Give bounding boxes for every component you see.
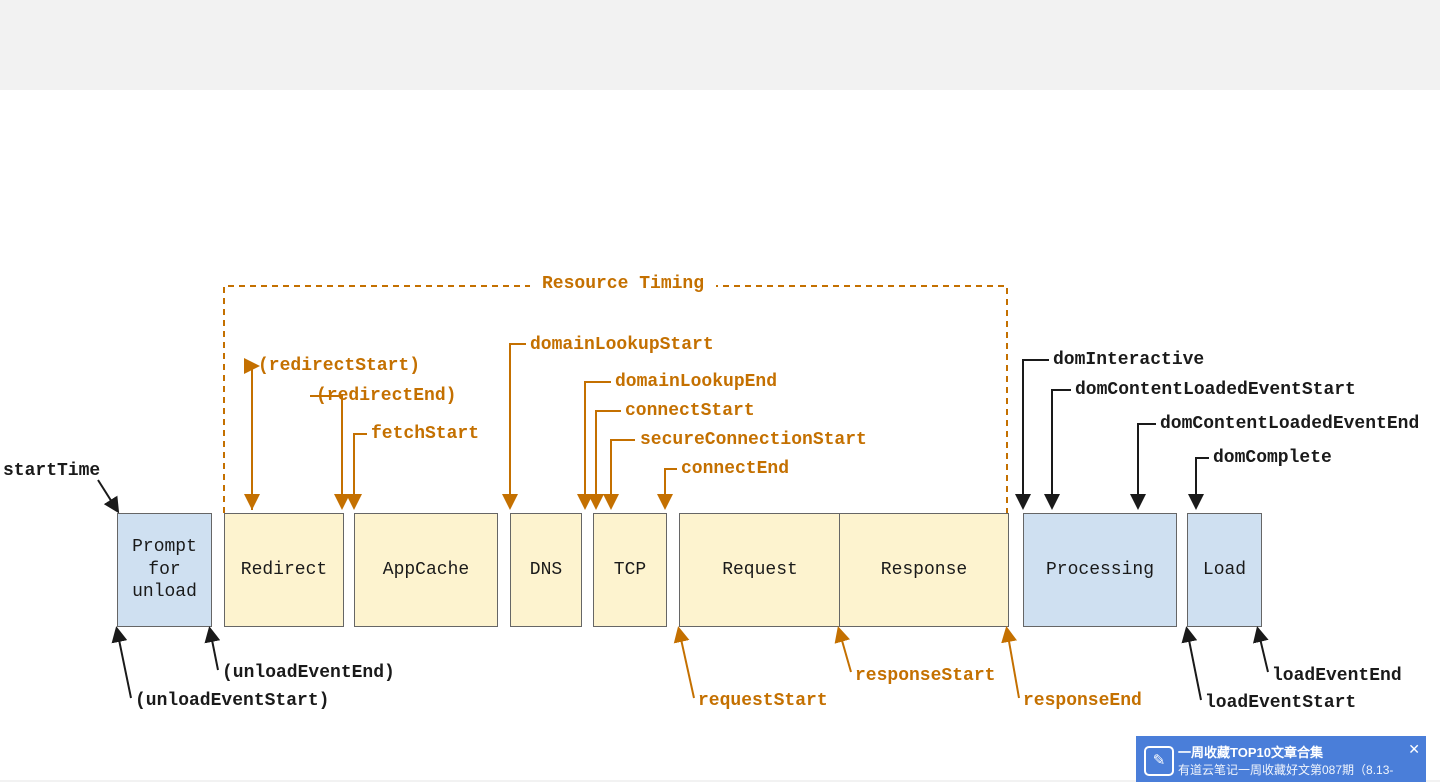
diagram-canvas: Prompt for unload Redirect AppCache DNS … xyxy=(0,180,1440,720)
diagram-page: Prompt for unload Redirect AppCache DNS … xyxy=(0,90,1440,780)
notification-toast[interactable]: ✎ ✕ 一周收藏TOP10文章合集 有道云笔记一周收藏好文第087期（8.13- xyxy=(1136,736,1426,782)
toast-title: 一周收藏TOP10文章合集 xyxy=(1178,744,1398,762)
note-icon: ✎ xyxy=(1144,746,1174,776)
close-icon[interactable]: ✕ xyxy=(1408,740,1420,759)
toast-sub: 有道云笔记一周收藏好文第087期（8.13- xyxy=(1178,762,1398,778)
arrows xyxy=(0,180,1440,720)
